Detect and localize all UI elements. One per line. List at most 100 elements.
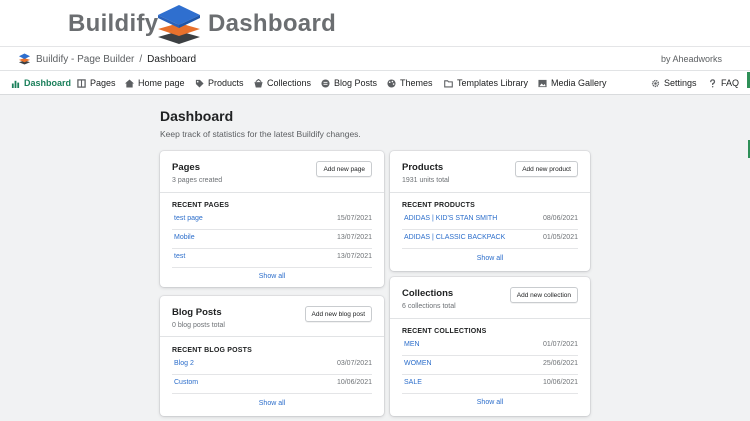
image-icon [538,79,547,87]
card-header: Products 1931 units total Add new produc… [390,151,590,193]
row-date: 15/07/2021 [336,215,372,222]
nav-label: Media Gallery [551,78,607,88]
pages-icon [77,78,86,88]
page-link[interactable]: Mobile [174,234,195,241]
collection-link[interactable]: MEN [404,341,420,348]
card-subtitle: 1931 units total [402,177,450,184]
nav-label: Settings [664,78,697,88]
nav-item-products[interactable]: Products [195,71,244,95]
section-label: RECENT BLOG POSTS [172,347,253,354]
gear-icon [651,79,660,87]
banner-brand-text: Buildify [68,10,159,37]
breadcrumb-current: Dashboard [147,53,197,65]
nav-label: FAQ [721,78,740,88]
question-icon [710,78,716,87]
basket-icon [254,78,263,88]
list-item: ADIDAS | CLASSIC BACKPACK 01/05/2021 [402,231,578,249]
list-item: WOMEN 25/06/2021 [402,357,578,375]
nav-label: Dashboard [24,78,72,88]
nav-label: Themes [400,78,433,88]
vendor-credit: by Aheadworks [660,54,722,64]
blog-icon [321,78,330,88]
product-link[interactable]: ADIDAS | KID'S STAN SMITH [404,215,497,222]
add-new-page-button[interactable]: Add new page [316,161,372,177]
banner-title-text: Dashboard [208,10,337,37]
row-date: 03/07/2021 [336,360,372,367]
blog-post-link[interactable]: Blog 2 [174,360,194,367]
nav-label: Templates Library [457,78,529,88]
card-title: Collections [402,288,454,299]
list-item: test 13/07/2021 [172,250,372,268]
card-subtitle: 3 pages created [172,177,223,184]
breadcrumb-separator: / [139,53,143,65]
nav-item-settings[interactable]: Settings [651,71,697,95]
show-all-link[interactable]: Show all [160,400,384,407]
add-new-collection-button[interactable]: Add new collection [509,287,578,303]
page-link[interactable]: test page [174,215,203,222]
nav-item-pages[interactable]: Pages [77,71,116,95]
list-item: Mobile 13/07/2021 [172,231,372,249]
show-all-link[interactable]: Show all [390,399,590,406]
list-item: test page 15/07/2021 [172,212,372,230]
nav-item-faq[interactable]: FAQ [708,71,739,95]
row-date: 10/06/2021 [542,379,578,386]
list-item: Custom 10/06/2021 [172,376,372,394]
row-date: 01/07/2021 [542,341,578,348]
show-all-link[interactable]: Show all [390,255,590,262]
row-date: 13/07/2021 [336,234,372,241]
show-all-link[interactable]: Show all [160,273,384,280]
products-card: Products 1931 units total Add new produc… [390,151,590,271]
bar-chart-icon [11,80,20,88]
card-header: Collections 6 collections total Add new … [390,277,590,319]
nav-label: Products [208,78,244,88]
card-title: Pages [172,162,200,173]
home-icon [125,78,134,88]
breadcrumb-app-link[interactable]: Buildify - Page Builder [36,54,134,65]
tag-icon [195,79,204,88]
nav-label: Home page [138,78,185,88]
card-header: Pages 3 pages created Add new page [160,151,384,193]
main-navigation: Dashboard Pages Home page Products Colle… [0,71,750,95]
nav-item-themes[interactable]: Themes [387,71,433,95]
list-item: SALE 10/06/2021 [402,376,578,394]
blog-posts-card: Blog Posts 0 blog posts total Add new bl… [160,296,384,416]
app-topbar: Buildify - Page Builder / Dashboard by A… [0,46,750,71]
list-item: Blog 2 03/07/2021 [172,357,372,375]
row-date: 08/06/2021 [542,215,578,222]
nav-item-blog-posts[interactable]: Blog Posts [321,71,377,95]
card-header: Blog Posts 0 blog posts total Add new bl… [160,296,384,337]
folder-icon [444,79,453,87]
list-item: ADIDAS | KID'S STAN SMITH 08/06/2021 [402,212,578,230]
nav-item-dashboard[interactable]: Dashboard [11,71,71,95]
section-label: RECENT COLLECTIONS [402,328,487,335]
page-title: Dashboard [160,108,234,124]
card-subtitle: 0 blog posts total [172,322,225,329]
nav-label: Pages [90,78,116,88]
card-title: Products [402,162,444,173]
buildify-logo-icon [158,5,200,44]
palette-icon [387,78,396,88]
collections-card: Collections 6 collections total Add new … [390,277,590,416]
card-title: Blog Posts [172,307,222,318]
blog-post-link[interactable]: Custom [174,379,198,386]
row-date: 13/07/2021 [336,253,372,260]
list-item: MEN 01/07/2021 [402,338,578,356]
nav-item-home-page[interactable]: Home page [125,71,185,95]
section-label: RECENT PRODUCTS [402,202,476,209]
page-subtitle: Keep track of statistics for the latest … [160,129,361,139]
nav-label: Blog Posts [334,78,378,88]
collection-link[interactable]: SALE [404,379,422,386]
page-link[interactable]: test [174,253,185,260]
nav-label: Collections [267,78,312,88]
row-date: 25/06/2021 [542,360,578,367]
product-link[interactable]: ADIDAS | CLASSIC BACKPACK [404,234,505,241]
pages-card: Pages 3 pages created Add new page RECEN… [160,151,384,287]
nav-item-templates-library[interactable]: Templates Library [444,71,528,95]
nav-item-media-gallery[interactable]: Media Gallery [538,71,607,95]
breadcrumb: Buildify - Page Builder / Dashboard [18,53,196,65]
collection-link[interactable]: WOMEN [404,360,432,367]
section-label: RECENT PAGES [172,202,230,209]
add-new-blog-post-button[interactable]: Add new blog post [304,306,372,322]
add-new-product-button[interactable]: Add new product [515,161,578,177]
nav-item-collections[interactable]: Collections [254,71,311,95]
